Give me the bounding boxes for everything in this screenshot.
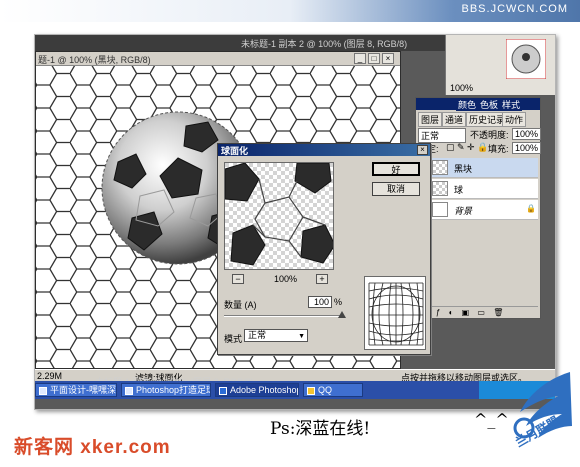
mode-select-value: 正常 xyxy=(248,330,267,340)
amount-unit: % xyxy=(334,297,343,307)
minimize-button[interactable]: _ xyxy=(354,53,366,64)
dialog-close-button[interactable]: × xyxy=(417,145,428,155)
zoom-in-button[interactable]: + xyxy=(316,274,328,284)
layer-thumbnail xyxy=(432,160,448,175)
navigator-zoom[interactable]: 100% xyxy=(450,83,473,93)
preview-image xyxy=(225,163,333,269)
site-url[interactable]: BBS.JCWCN.COM xyxy=(462,3,569,15)
layer-row-ball[interactable]: 👁 球 xyxy=(418,179,538,199)
blend-mode-select[interactable]: 正常 xyxy=(418,128,466,143)
opacity-label: 不透明度: xyxy=(470,130,509,140)
layer-name: 球 xyxy=(454,185,464,195)
close-button[interactable]: × xyxy=(382,53,394,64)
layers-panel: 颜色 色板 样式 图层 通道 历史记录 动作 正常 不透明度: 100% 锁定:… xyxy=(415,97,542,319)
layer-action-icons[interactable]: ∞ ƒ ◐ ▣ ▭ 🗑 xyxy=(422,308,506,317)
preview-zoom-percent: 100% xyxy=(274,274,298,284)
layer-thumbnail xyxy=(432,202,448,217)
chevron-down-icon: ▼ xyxy=(298,333,305,340)
mode-label: 模式 xyxy=(224,334,243,344)
zoom-out-button[interactable]: − xyxy=(232,274,244,284)
amount-slider-track[interactable] xyxy=(224,315,342,317)
navigator-thumbnail[interactable] xyxy=(506,39,546,79)
cancel-button[interactable]: 取消 xyxy=(372,182,420,196)
layers-bottom-toolbar: ∞ ƒ ◐ ▣ ▭ 🗑 xyxy=(418,306,538,318)
document-title: 题-1 @ 100% (黑块, RGB/8) xyxy=(38,55,151,65)
distortion-grid xyxy=(368,282,424,346)
photoshop-icon xyxy=(219,387,227,395)
photoshop-screenshot: 未标题-1 副本 2 @ 100% (图层 8, RGB/8) 题-1 @ 10… xyxy=(34,34,556,410)
spherize-grid-preview xyxy=(364,276,426,350)
taskbar-item-qq[interactable]: QQ xyxy=(303,383,363,397)
dialog-title: 球面化 xyxy=(221,146,249,156)
taskbar-item-photoshop[interactable]: Adobe Photoshop xyxy=(215,383,299,397)
layer-name: 黑块 xyxy=(454,164,473,174)
taskbar-item-forum[interactable]: 平面设计-嘿嘿深蓝... xyxy=(35,383,117,397)
amount-slider-thumb[interactable] xyxy=(338,311,346,318)
maximize-button[interactable]: □ xyxy=(368,53,380,64)
tab-layers[interactable]: 图层 xyxy=(418,112,443,127)
layer-thumbnail xyxy=(432,181,448,196)
document-size: 2.29M xyxy=(37,371,63,381)
background-window-title[interactable]: 未标题-1 副本 2 @ 100% (图层 8, RGB/8) xyxy=(241,37,407,50)
spherize-dialog: 球面化 × 好 取消 − 100% + 数量 (A) 100 % 模式 正常 ▼ xyxy=(217,143,431,355)
qq-icon xyxy=(307,387,315,395)
navigator-panel: 100% xyxy=(445,35,555,95)
ok-button[interactable]: 好 xyxy=(372,162,420,176)
dialog-titlebar[interactable]: 球面化 × xyxy=(218,144,430,156)
amount-label: 数量 (A) xyxy=(224,300,257,310)
caption-text: Ps:深蓝在线! xyxy=(270,419,371,439)
taskbar-item-tutorial[interactable]: Photoshop打造足球... xyxy=(121,383,211,397)
tab-styles[interactable]: 样式 xyxy=(500,98,523,111)
tab-actions[interactable]: 动作 xyxy=(502,112,527,127)
browser-icon xyxy=(125,387,133,395)
opacity-input[interactable]: 100% xyxy=(512,128,542,140)
mode-select[interactable]: 正常 ▼ xyxy=(244,329,308,342)
lock-icons[interactable]: ▢ ✎ ✛ 🔒 xyxy=(446,142,488,153)
taskbar-item-label: 平面设计-嘿嘿深蓝... xyxy=(50,385,116,395)
tab-swatches[interactable]: 色板 xyxy=(478,98,501,111)
taskbar-item-label: QQ xyxy=(318,385,333,395)
lock-icon: 🔒 xyxy=(526,204,536,213)
amount-input[interactable]: 100 xyxy=(308,296,332,308)
taskbar-item-label: Photoshop打造足球... xyxy=(136,385,210,395)
tab-channels[interactable]: 通道 xyxy=(442,112,467,127)
layer-row-black-blocks[interactable]: 👁 黑块 xyxy=(418,158,538,178)
fill-label: 填充: xyxy=(488,144,509,154)
browser-icon xyxy=(39,387,47,395)
watermark-xker: 新客网 xker.com xyxy=(14,437,171,458)
fill-input[interactable]: 100% xyxy=(512,142,542,154)
filter-preview[interactable] xyxy=(224,162,334,270)
header-band: BBS.JCWCN.COM xyxy=(0,0,580,22)
layer-row-background[interactable]: 👁 背景 🔒 xyxy=(418,200,538,220)
document-titlebar[interactable]: 题-1 @ 100% (黑块, RGB/8) _ □ × xyxy=(36,52,400,66)
tab-color[interactable]: 颜色 xyxy=(456,98,479,111)
caption-smile: ^_^ xyxy=(474,410,509,429)
layer-name: 背景 xyxy=(454,206,473,216)
taskbar-item-label: Adobe Photoshop xyxy=(230,385,299,395)
